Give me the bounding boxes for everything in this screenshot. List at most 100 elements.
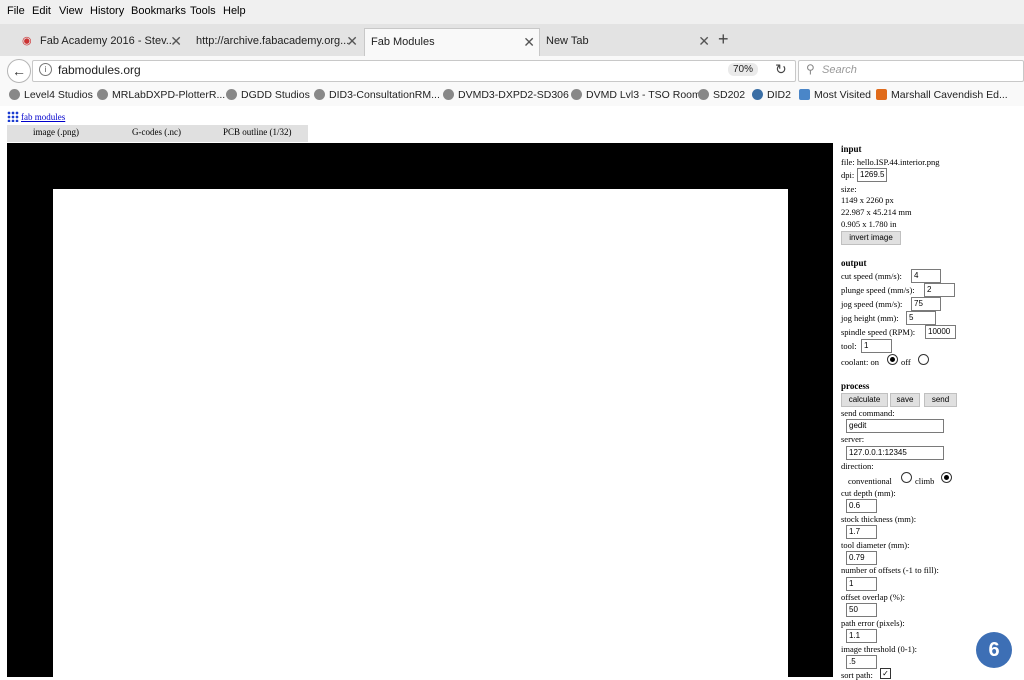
path-error-field[interactable]: 1.1 xyxy=(846,629,877,643)
menu-bookmarks[interactable]: Bookmarks xyxy=(131,5,186,17)
close-icon[interactable]: ✕ xyxy=(698,28,710,54)
tool-field[interactable]: 1 xyxy=(861,339,892,353)
menu-edit[interactable]: Edit xyxy=(32,5,51,17)
mc-icon xyxy=(876,89,887,100)
cut-depth-label: cut depth (mm): xyxy=(841,488,896,498)
jog-height-label: jog height (mm): xyxy=(841,313,899,323)
send-command-field[interactable]: gedit xyxy=(846,419,944,433)
send-button[interactable]: send xyxy=(924,393,957,407)
tool-diameter-field[interactable]: 0.79 xyxy=(846,551,877,565)
bookmark-label: DID3-ConsultationRM... xyxy=(329,89,440,101)
board-outline-image xyxy=(53,189,788,677)
menu-tools[interactable]: Tools xyxy=(190,5,216,17)
tab-favicon-icon: ◉ xyxy=(22,35,32,47)
tab-image-png[interactable]: image (.png) xyxy=(33,127,79,137)
close-icon[interactable]: ✕ xyxy=(523,29,535,55)
module-tabs: image (.png) G-codes (.nc) PCB outline (… xyxy=(7,125,308,142)
dpi-field[interactable]: 1269.5 xyxy=(857,168,887,182)
sort-path-checkbox[interactable]: ✓ xyxy=(880,668,891,679)
bookmark-label: DVMD3-DXPD2-SD306 xyxy=(458,89,569,101)
tab-archive[interactable]: http://archive.fabacademy.org... ✕ xyxy=(192,28,362,54)
close-icon[interactable]: ✕ xyxy=(170,28,182,54)
send-command-label: send command: xyxy=(841,408,895,418)
threshold-field[interactable]: .5 xyxy=(846,655,877,669)
bookmark-label: DID2 xyxy=(767,89,791,101)
tool-label: tool: xyxy=(841,341,857,351)
bookmark-item[interactable]: DVMD3-DXPD2-SD306 xyxy=(443,89,569,101)
bookmark-item[interactable]: DID3-ConsultationRM... xyxy=(314,89,440,101)
server-label: server: xyxy=(841,434,865,444)
file-name: file: hello.ISP.44.interior.png xyxy=(841,157,940,167)
conventional-radio[interactable] xyxy=(901,472,912,483)
bookmark-folder[interactable]: Most Visited xyxy=(799,89,871,101)
jog-speed-field[interactable]: 75 xyxy=(911,297,941,311)
menu-help[interactable]: Help xyxy=(223,5,246,17)
coolant-off-radio[interactable] xyxy=(918,354,929,365)
globe-icon xyxy=(698,89,709,100)
climb-radio[interactable] xyxy=(941,472,952,483)
coolant-off-label: off xyxy=(901,357,911,367)
cut-speed-label: cut speed (mm/s): xyxy=(841,271,902,281)
jog-speed-label: jog speed (mm/s): xyxy=(841,299,903,309)
fab-modules-link[interactable]: fab modules xyxy=(21,112,65,122)
offsets-label: number of offsets (-1 to fill): xyxy=(841,565,939,575)
path-error-label: path error (pixels): xyxy=(841,618,905,628)
tab-title: Fab Academy 2016 - Stev... xyxy=(40,35,175,47)
tab-fab-academy[interactable]: ◉ Fab Academy 2016 - Stev... ✕ xyxy=(18,28,186,54)
url-text[interactable]: fabmodules.org xyxy=(58,63,141,77)
step-number-badge: 6 xyxy=(976,632,1012,668)
tab-gcodes-nc[interactable]: G-codes (.nc) xyxy=(132,127,181,137)
spindle-field[interactable]: 10000 xyxy=(925,325,956,339)
size-label: size: xyxy=(841,184,857,194)
cut-speed-field[interactable]: 4 xyxy=(911,269,941,283)
bookmark-item[interactable]: SD202 xyxy=(698,89,745,101)
server-field[interactable]: 127.0.0.1:12345 xyxy=(846,446,944,460)
save-button[interactable]: save xyxy=(890,393,920,407)
menu-history[interactable]: History xyxy=(90,5,124,17)
bookmark-item[interactable]: Marshall Cavendish Ed... xyxy=(876,89,1008,101)
size-in: 0.905 x 1.780 in xyxy=(841,219,897,229)
tab-new-tab[interactable]: New Tab ✕ xyxy=(542,28,714,54)
calculate-button[interactable]: calculate xyxy=(841,393,888,407)
globe-icon xyxy=(314,89,325,100)
direction-label: direction: xyxy=(841,461,874,471)
plunge-speed-label: plunge speed (mm/s): xyxy=(841,285,915,295)
invert-image-button[interactable]: invert image xyxy=(841,231,901,245)
bookmark-item[interactable]: DGDD Studios xyxy=(226,89,310,101)
close-icon[interactable]: ✕ xyxy=(346,28,358,54)
bookmark-item[interactable]: MRLabDXPD-PlotterR... xyxy=(97,89,225,101)
process-heading: process xyxy=(841,381,870,391)
tab-pcb-outline[interactable]: PCB outline (1/32) xyxy=(223,127,292,137)
dpi-label: dpi: xyxy=(841,170,855,180)
menu-file[interactable]: File xyxy=(7,5,25,17)
reload-icon[interactable]: ↻ xyxy=(775,61,787,78)
bookmark-label: MRLabDXPD-PlotterR... xyxy=(112,89,226,101)
search-placeholder: Search xyxy=(822,64,857,76)
plunge-speed-field[interactable]: 2 xyxy=(924,283,955,297)
jog-height-field[interactable]: 5 xyxy=(906,311,936,325)
address-bar[interactable] xyxy=(32,60,796,82)
globe-icon xyxy=(571,89,582,100)
stock-thickness-field[interactable]: 1.7 xyxy=(846,525,877,539)
overlap-label: offset overlap (%): xyxy=(841,592,906,602)
bookmark-item[interactable]: DID2 xyxy=(752,89,791,101)
cut-depth-field[interactable]: 0.6 xyxy=(846,499,877,513)
bookmark-label: Most Visited xyxy=(814,89,871,101)
conventional-label: conventional xyxy=(848,476,892,486)
tab-title: New Tab xyxy=(546,35,589,47)
coolant-label: coolant: on xyxy=(841,357,880,367)
zoom-indicator[interactable]: 70% xyxy=(728,63,758,76)
tool-diameter-label: tool diameter (mm): xyxy=(841,540,910,550)
offsets-field[interactable]: 1 xyxy=(846,577,877,591)
bookmark-item[interactable]: DVMD Lvl3 - TSO Room xyxy=(571,89,701,101)
coolant-on-radio[interactable] xyxy=(887,354,898,365)
info-icon[interactable]: i xyxy=(39,63,52,76)
back-button[interactable]: ← xyxy=(7,59,31,83)
menu-view[interactable]: View xyxy=(59,5,83,17)
bookmark-label: DVMD Lvl3 - TSO Room xyxy=(586,89,701,101)
folder-icon xyxy=(799,89,810,100)
new-tab-button[interactable]: + xyxy=(718,29,729,50)
tab-fab-modules[interactable]: Fab Modules ✕ xyxy=(364,28,540,56)
bookmark-item[interactable]: Level4 Studios xyxy=(9,89,93,101)
overlap-field[interactable]: 50 xyxy=(846,603,877,617)
